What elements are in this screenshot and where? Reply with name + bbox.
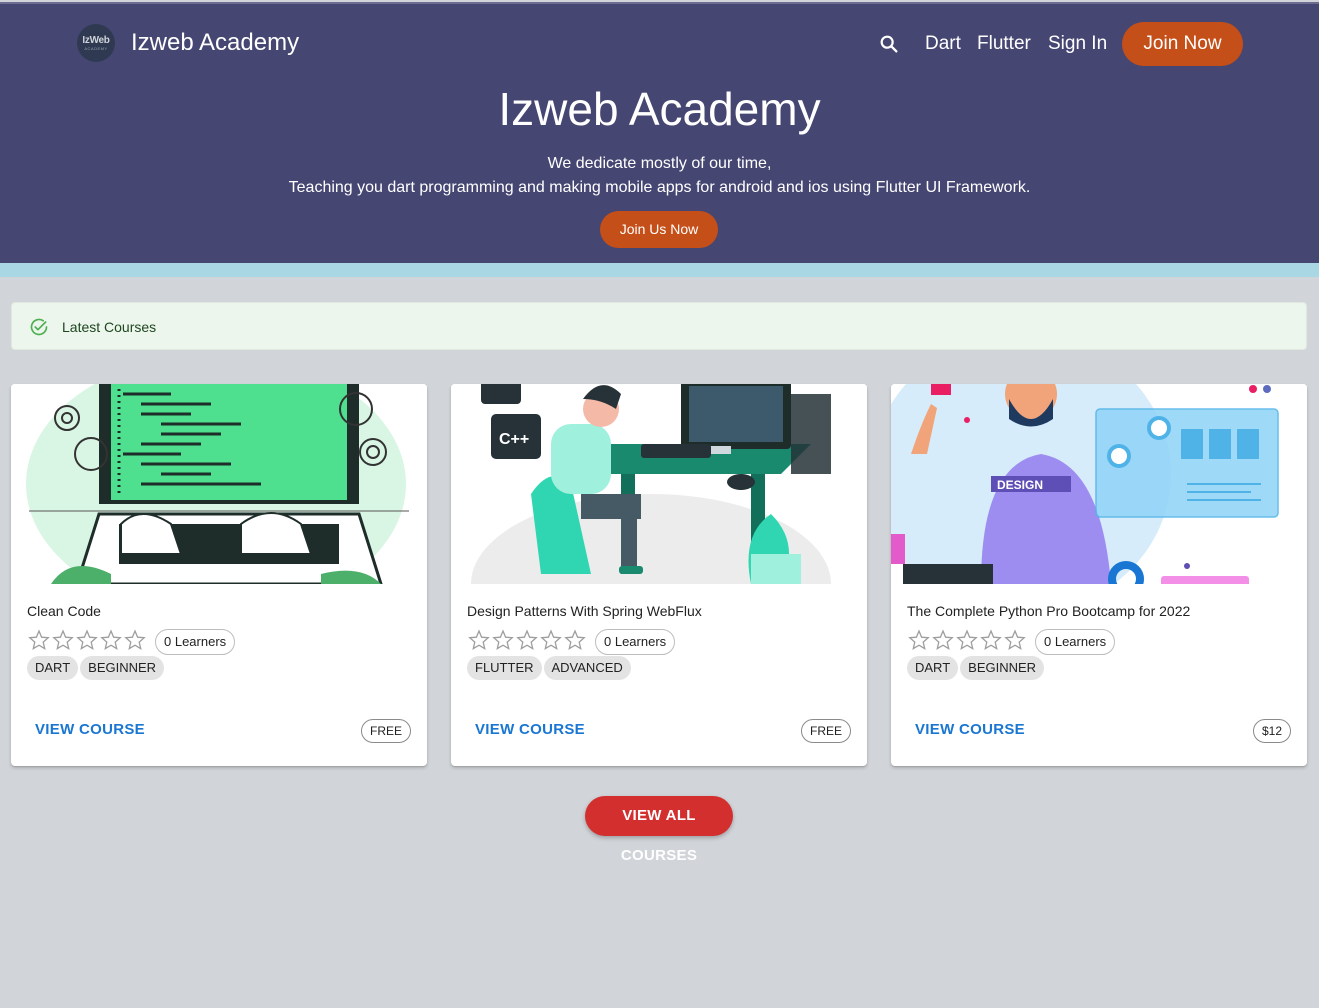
course-tags: DART BEGINNER: [907, 656, 1045, 680]
course-title[interactable]: The Complete Python Pro Bootcamp for 202…: [907, 602, 1190, 620]
course-tags: FLUTTER ADVANCED: [467, 656, 631, 680]
tag-chip[interactable]: BEGINNER: [80, 656, 165, 680]
view-course-button[interactable]: VIEW COURSE: [907, 715, 1033, 745]
course-tags: DART BEGINNER: [27, 656, 165, 680]
search-icon[interactable]: [878, 33, 900, 55]
course-title[interactable]: Clean Code: [27, 602, 101, 620]
price-chip: FREE: [360, 719, 411, 743]
star-icon[interactable]: [467, 628, 491, 652]
rating-stars[interactable]: [27, 628, 147, 652]
nav-flutter[interactable]: Flutter: [977, 31, 1031, 57]
star-icon[interactable]: [123, 628, 147, 652]
star-icon[interactable]: [907, 628, 931, 652]
star-icon[interactable]: [931, 628, 955, 652]
tag-chip[interactable]: DART: [27, 656, 79, 680]
course-title[interactable]: Design Patterns With Spring WebFlux: [467, 602, 702, 620]
latest-courses-alert: Latest Courses: [11, 302, 1307, 350]
rating-stars[interactable]: [467, 628, 587, 652]
course-image-clean-code[interactable]: [11, 384, 427, 584]
course-image-python-bootcamp[interactable]: DESIGN: [891, 384, 1307, 584]
tag-chip[interactable]: FLUTTER: [467, 656, 542, 680]
hero-subtitle-line2: Teaching you dart programming and making…: [288, 179, 1031, 196]
view-all-courses-button[interactable]: VIEW ALL COURSES: [585, 796, 733, 864]
star-icon[interactable]: [491, 628, 515, 652]
logo-text: IzWeb: [82, 34, 110, 46]
course-card: DESIGN The Complete Python Pro Bootcamp: [891, 384, 1307, 766]
join-us-now-button[interactable]: Join Us Now: [600, 211, 718, 248]
star-icon[interactable]: [75, 628, 99, 652]
star-icon[interactable]: [99, 628, 123, 652]
join-now-button[interactable]: Join Now: [1122, 22, 1243, 66]
star-icon[interactable]: [1003, 628, 1027, 652]
tag-chip[interactable]: DART: [907, 656, 959, 680]
view-course-button[interactable]: VIEW COURSE: [27, 715, 153, 745]
nav-dart[interactable]: Dart: [925, 31, 961, 57]
tag-chip[interactable]: BEGINNER: [960, 656, 1045, 680]
star-icon[interactable]: [563, 628, 587, 652]
logo[interactable]: IzWeb ACADEMY: [77, 24, 115, 62]
svg-text:DESIGN: DESIGN: [997, 478, 1043, 492]
learners-chip: 0 Learners: [1035, 629, 1116, 655]
price-chip: $12: [1252, 719, 1291, 743]
star-icon[interactable]: [27, 628, 51, 652]
hero-divider-stripe: [0, 263, 1319, 277]
learners-chip: 0 Learners: [595, 629, 676, 655]
tag-chip[interactable]: ADVANCED: [543, 656, 631, 680]
course-image-design-patterns[interactable]: C++: [451, 384, 867, 584]
svg-text:C++: C++: [499, 431, 529, 448]
check-circle-icon: [30, 318, 48, 336]
rating-stars[interactable]: [907, 628, 1027, 652]
course-card: Clean Code 0 Learners DART BEGINNER VIEW…: [11, 384, 427, 766]
course-card: C++ Design Patterns With Spring WebFlux: [451, 384, 867, 766]
brand-name[interactable]: Izweb Academy: [131, 28, 299, 58]
price-chip: FREE: [800, 719, 851, 743]
star-icon[interactable]: [515, 628, 539, 652]
star-icon[interactable]: [979, 628, 1003, 652]
alert-text: Latest Courses: [62, 319, 157, 335]
logo-subtext: ACADEMY: [84, 45, 108, 51]
hero-subtitle-line1: We dedicate mostly of our time,: [547, 155, 772, 172]
nav-sign-in[interactable]: Sign In: [1048, 31, 1107, 57]
star-icon[interactable]: [955, 628, 979, 652]
hero-title: Izweb Academy: [498, 83, 821, 135]
view-course-button[interactable]: VIEW COURSE: [467, 715, 593, 745]
star-icon[interactable]: [51, 628, 75, 652]
hero-banner: IzWeb ACADEMY Izweb Academy Dart Flutter…: [0, 2, 1319, 263]
star-icon[interactable]: [539, 628, 563, 652]
learners-chip: 0 Learners: [155, 629, 236, 655]
